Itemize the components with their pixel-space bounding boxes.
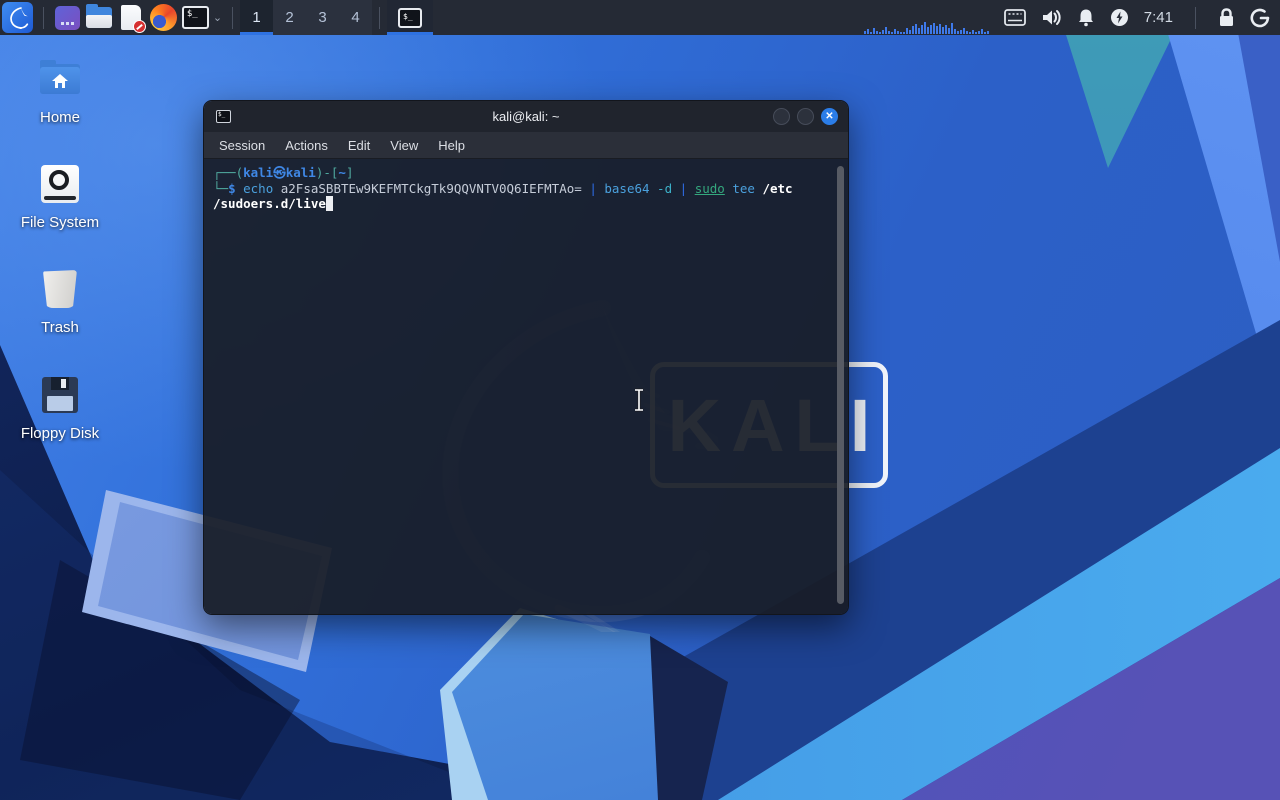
desktop-icon-label: Floppy Disk bbox=[20, 425, 100, 442]
desktop-icon-trash[interactable]: Trash bbox=[5, 268, 115, 336]
launcher-file-manager[interactable] bbox=[83, 2, 115, 34]
panel-separator bbox=[232, 6, 233, 29]
home-folder-icon bbox=[5, 58, 115, 100]
power-manager-icon[interactable] bbox=[1110, 8, 1129, 27]
menu-item-edit[interactable]: Edit bbox=[339, 135, 379, 156]
terminal-icon: $_ bbox=[398, 7, 422, 28]
window-titlebar[interactable]: $_ kali@kali: ~ ✕ bbox=[204, 101, 848, 132]
window-title: kali@kali: ~ bbox=[492, 109, 560, 124]
firefox-icon bbox=[149, 4, 177, 31]
filesystem-drive-icon bbox=[5, 163, 115, 205]
clock[interactable]: 7:41 bbox=[1144, 9, 1173, 26]
volume-icon[interactable] bbox=[1041, 8, 1062, 27]
lock-screen-icon[interactable] bbox=[1218, 8, 1235, 27]
trash-bin-icon bbox=[5, 268, 115, 310]
workspace-4[interactable]: 4 bbox=[339, 0, 372, 35]
input-method-icon[interactable] bbox=[1003, 9, 1026, 26]
terminal-scrollbar[interactable] bbox=[837, 166, 844, 604]
terminal-icon: $_ bbox=[181, 6, 209, 29]
menu-item-session[interactable]: Session bbox=[210, 135, 274, 156]
applications-menu-button[interactable] bbox=[2, 2, 33, 33]
workspace-1[interactable]: 1 bbox=[240, 0, 273, 35]
logout-session-icon[interactable] bbox=[1250, 8, 1270, 28]
terminal-window: $_ kali@kali: ~ ✕ Session Actions Edit View… bbox=[203, 100, 849, 615]
menu-item-view[interactable]: View bbox=[381, 135, 427, 156]
terminal-menubar: Session Actions Edit View Help bbox=[204, 132, 848, 159]
app-finder-icon bbox=[54, 5, 80, 30]
house-icon bbox=[52, 73, 68, 88]
desktop-icon-filesystem[interactable]: File System bbox=[5, 163, 115, 231]
desktop-icon-floppy[interactable]: Floppy Disk bbox=[5, 374, 115, 442]
menu-item-help[interactable]: Help bbox=[429, 135, 474, 156]
taskbar-item-terminal[interactable]: $_ bbox=[387, 0, 433, 35]
close-button[interactable]: ✕ bbox=[821, 108, 838, 125]
network-monitor-graph[interactable] bbox=[863, 0, 990, 35]
launcher-app-finder[interactable] bbox=[51, 2, 83, 34]
file-manager-icon bbox=[86, 4, 112, 28]
chevron-down-icon[interactable]: ⌄ bbox=[213, 11, 222, 24]
launcher-firefox[interactable] bbox=[147, 2, 179, 34]
text-editor-icon bbox=[121, 5, 146, 33]
maximize-button[interactable] bbox=[797, 108, 814, 125]
terminal-line: ┌──(kali㉿kali)-[~] bbox=[213, 165, 354, 180]
panel-separator bbox=[43, 6, 44, 29]
terminal-line: /sudoers.d/live bbox=[213, 196, 834, 212]
ibeam-cursor bbox=[635, 388, 643, 412]
terminal-line: └─$ echo a2FsaSBBTEw9KEFMTCkgTk9QQVNTV0Q… bbox=[213, 180, 793, 196]
desktop-icon-label: Home bbox=[39, 109, 80, 126]
menu-item-actions[interactable]: Actions bbox=[276, 135, 337, 156]
terminal-output[interactable]: ┌──(kali㉿kali)-[~] └─$ echo a2FsaSBBTEw9K… bbox=[204, 159, 848, 614]
desktop-icon-label: File System bbox=[20, 214, 100, 231]
launcher-text-editor[interactable] bbox=[115, 2, 147, 34]
minimize-button[interactable] bbox=[773, 108, 790, 125]
kali-dragon-icon bbox=[9, 6, 28, 29]
desktop-icon-label: Trash bbox=[41, 319, 79, 336]
workspace-switcher: 1234 bbox=[240, 0, 372, 35]
workspace-2[interactable]: 2 bbox=[273, 0, 306, 35]
workspace-3[interactable]: 3 bbox=[306, 0, 339, 35]
notification-bell-icon[interactable] bbox=[1077, 8, 1095, 27]
panel-separator bbox=[379, 6, 380, 29]
launcher-terminal[interactable]: $_ ⌄ bbox=[179, 2, 225, 34]
floppy-disk-icon bbox=[5, 374, 115, 416]
top-panel: $_ ⌄ 1234 $_ 7:41 bbox=[0, 0, 1280, 35]
desktop-icon-home[interactable]: Home bbox=[5, 58, 115, 126]
panel-separator bbox=[1195, 6, 1196, 29]
system-tray: 7:41 bbox=[1003, 6, 1270, 29]
